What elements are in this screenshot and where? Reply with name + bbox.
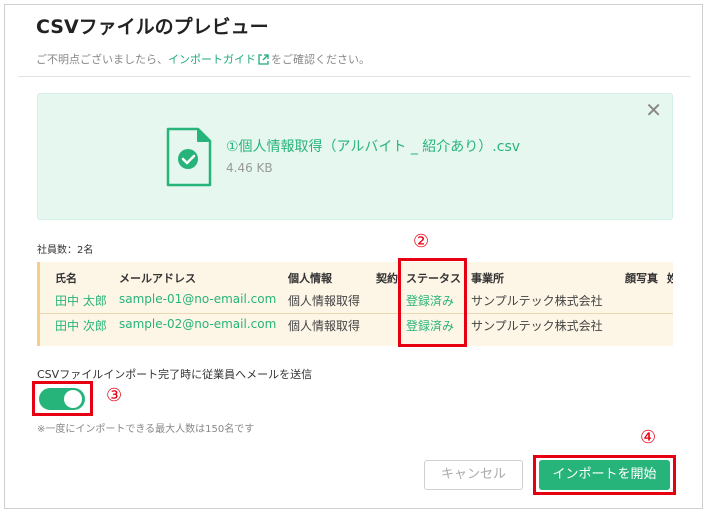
max-import-note: ※一度にインポートできる最大人数は150名です: [37, 424, 255, 435]
table-cell-info: 個人情報取得: [288, 319, 361, 333]
cancel-button[interactable]: キャンセル: [424, 460, 523, 490]
column-header-email: メールアドレス: [119, 272, 196, 285]
table-cell-office: サンプルテック株式会社: [471, 319, 603, 333]
help-prefix: ご不明点ございましたら、: [36, 53, 168, 66]
file-check-icon: [165, 126, 213, 192]
file-size: 4.46 KB: [226, 161, 273, 175]
preview-table: 氏名 メールアドレス 個人情報 契約 ステータス 事業所 顔写真 姓 田中 太郎…: [37, 262, 673, 346]
employee-count: 社員数：2名: [37, 245, 94, 256]
column-header-name: 氏名: [55, 272, 77, 285]
help-text: ご不明点ございましたら、インポートガイド をご確認ください。: [36, 51, 370, 68]
header-divider: [18, 76, 691, 77]
marker-3: ③: [106, 385, 123, 406]
notify-label: CSVファイルインポート完了時に従業員へメールを送信: [37, 368, 313, 381]
table-cell-name: 田中 太郎: [55, 294, 107, 308]
import-guide-link[interactable]: インポートガイド: [168, 53, 256, 66]
column-header-personal-info: 個人情報: [288, 272, 332, 285]
row-divider: [40, 313, 673, 314]
table-cell-info: 個人情報取得: [288, 294, 361, 308]
column-header-surname: 姓: [667, 270, 673, 286]
close-icon[interactable]: ✕: [645, 100, 662, 120]
file-preview-box: ✕ ①個人情報取得（アルバイト _ 紹介あり）.csv 4.46 KB: [37, 93, 673, 220]
column-header-contract: 契約: [376, 272, 398, 285]
start-button-highlight: [533, 455, 676, 495]
marker-4: ④: [640, 427, 657, 448]
column-header-office: 事業所: [471, 272, 504, 285]
marker-2: ②: [413, 231, 430, 252]
external-link-icon[interactable]: [258, 54, 269, 68]
help-suffix: をご確認ください。: [271, 53, 370, 66]
dialog-title: CSVファイルのプレビュー: [36, 16, 269, 38]
table-cell-name: 田中 次郎: [55, 319, 107, 333]
status-column-highlight: [398, 258, 467, 347]
table-cell-email: sample-02@no-email.com: [119, 317, 277, 331]
column-header-photo: 顔写真: [625, 272, 658, 285]
table-cell-email: sample-01@no-email.com: [119, 292, 277, 306]
file-name: ①個人情報取得（アルバイト _ 紹介あり）.csv: [226, 139, 521, 155]
toggle-highlight: [32, 381, 93, 416]
table-cell-office: サンプルテック株式会社: [471, 294, 603, 308]
